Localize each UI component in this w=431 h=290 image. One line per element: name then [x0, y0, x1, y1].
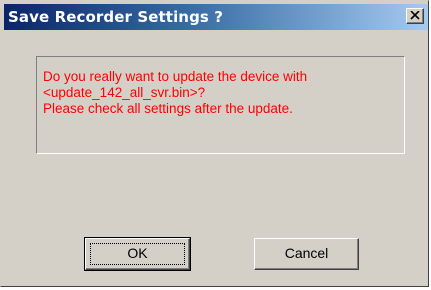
cancel-button-label: Cancel — [284, 245, 329, 261]
close-icon — [410, 11, 420, 20]
cancel-button[interactable]: Cancel — [254, 238, 359, 270]
message-panel: Do you really want to update the device … — [36, 56, 405, 154]
title-bar[interactable]: Save Recorder Settings ? — [4, 4, 428, 30]
message-text: Do you really want to update the device … — [43, 69, 307, 117]
ok-button-label: OK — [127, 245, 148, 261]
message-line-1: Do you really want to update the device … — [43, 69, 308, 84]
save-settings-dialog: Save Recorder Settings ? Do you really w… — [0, 0, 429, 287]
ok-button[interactable]: OK — [84, 237, 191, 271]
dialog-title: Save Recorder Settings ? — [8, 8, 224, 26]
message-line-3: Please check all settings after the upda… — [43, 101, 293, 116]
message-line-2: <update_142_all_svr.bin>? — [43, 85, 206, 100]
close-button[interactable] — [406, 8, 424, 24]
